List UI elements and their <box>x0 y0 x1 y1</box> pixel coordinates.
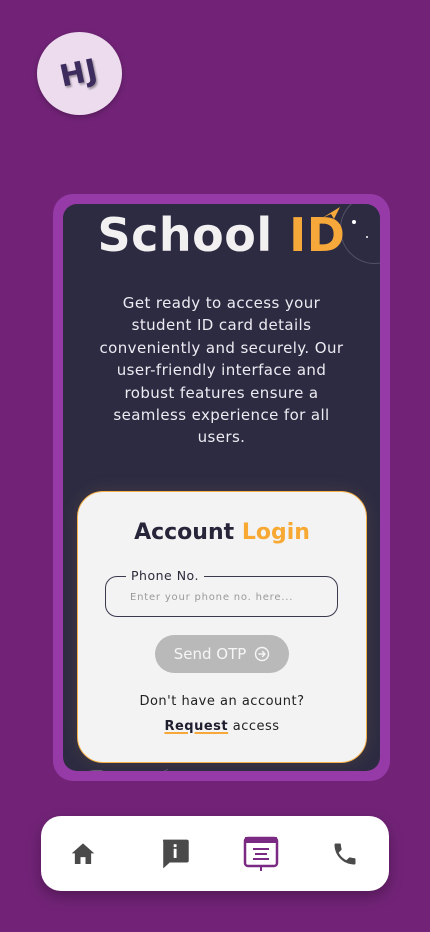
request-access-suffix: access <box>228 719 280 734</box>
send-otp-button[interactable]: Send OTP <box>155 635 289 673</box>
decorative-curves <box>89 768 169 771</box>
login-title: Account Login <box>78 520 366 545</box>
login-card: Account Login Phone No. Send OTP Don't h… <box>77 491 367 763</box>
arrow-circle-right-icon <box>255 646 270 662</box>
intro-text: Get ready to access your student ID card… <box>99 294 344 447</box>
arrow-flag-icon <box>322 207 340 219</box>
tab-id-card[interactable] <box>241 834 281 874</box>
tab-home[interactable] <box>63 834 103 874</box>
avatar[interactable]: HJ <box>37 32 122 115</box>
no-account-text: Don't have an account? <box>139 694 305 709</box>
star-dot <box>352 220 356 224</box>
phone-field-label: Phone No. <box>126 568 204 583</box>
phone-mockup-frame: School ID Get ready to access your stude… <box>53 194 390 781</box>
star-dot <box>366 236 368 238</box>
phone-field[interactable]: Phone No. <box>105 568 338 617</box>
request-access-line: Request access <box>78 719 366 734</box>
request-access-link[interactable]: Request <box>164 719 228 734</box>
phone-input[interactable] <box>130 588 330 606</box>
tab-contact[interactable] <box>325 834 365 874</box>
id-card-icon <box>243 836 279 871</box>
avatar-initials: HJ <box>57 52 102 95</box>
phone-icon <box>334 843 356 865</box>
home-icon <box>71 843 95 864</box>
phone-screen: School ID Get ready to access your stude… <box>63 204 380 771</box>
info-icon <box>162 839 189 869</box>
login-title-account: Account <box>134 520 242 545</box>
send-otp-label: Send OTP <box>173 645 247 663</box>
tab-info[interactable] <box>155 834 195 874</box>
brand-title-school: School <box>97 208 290 262</box>
bottom-tab-bar <box>41 816 389 891</box>
login-title-login: Login <box>241 520 310 545</box>
